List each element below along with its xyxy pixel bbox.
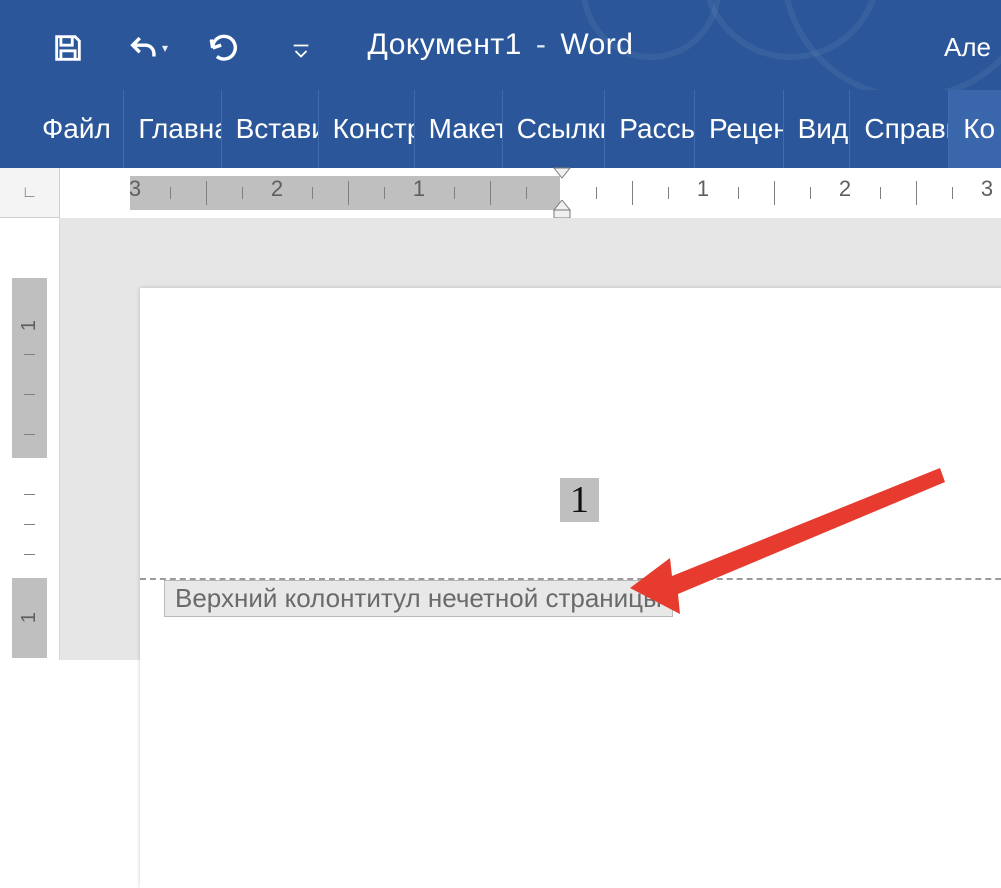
vertical-ruler[interactable]: 1 1 [0,218,60,660]
horizontal-ruler[interactable]: 3 2 1 1 2 3 [60,168,1001,218]
decorative-swirl [581,0,721,60]
save-button[interactable] [48,28,88,68]
tab-stop-icon: ∟ [22,184,38,202]
ruler-tick [24,434,35,435]
header-section-label: Верхний колонтитул нечетной страницы [164,580,673,617]
tab-label: Ссылки [517,113,605,145]
ruler-tick [24,494,35,495]
save-icon [51,31,85,65]
tab-label: Вид [798,113,849,145]
ruler-tick [632,181,633,205]
tab-review[interactable]: Рецен [694,90,783,168]
ruler-number: 1 [697,176,709,202]
document-workspace: 1 1 1 Верхний колонтитул нечетной страни… [0,218,1001,660]
title-bar: ▾ Документ1 - Word Але [0,0,1001,90]
redo-icon [207,31,241,65]
tab-insert[interactable]: Встави [221,90,318,168]
tab-layout[interactable]: Макет [414,90,502,168]
page-number-field[interactable]: 1 [560,478,599,522]
tab-design[interactable]: Констр [318,90,414,168]
ruler-tick [206,181,207,205]
tab-label: Справк [864,113,948,145]
ruler-tick [738,187,739,199]
ruler-number: 2 [839,176,851,202]
ruler-tick [348,181,349,205]
title-separator: - [536,28,547,62]
tab-label: Встави [236,113,318,145]
ruler-row: ∟ 3 2 1 1 2 3 [0,168,1001,218]
tab-label: Ко [963,113,995,145]
ruler-tick [952,187,953,199]
ruler-tick [490,181,491,205]
document-name: Документ1 [368,28,522,62]
tab-references[interactable]: Ссылки [502,90,605,168]
tab-help[interactable]: Справк [849,90,948,168]
ruler-margin-shade [130,176,560,210]
undo-button[interactable] [124,28,164,68]
quick-access-toolbar: ▾ [48,28,244,68]
tab-label: Главна [138,113,220,145]
ruler-number: 1 [18,588,41,647]
ruler-tick [24,554,35,555]
tab-label: Констр [333,113,414,145]
undo-dropdown-caret-icon[interactable]: ▾ [162,41,168,55]
tab-label: Файл [42,113,111,145]
qat-customize-button[interactable] [290,40,312,67]
ruler-tick [170,187,171,199]
tab-label: Макет [429,113,502,145]
chevron-down-bar-icon [290,40,312,62]
ruler-tick [596,187,597,199]
document-canvas[interactable]: 1 Верхний колонтитул нечетной страницы [60,218,1001,660]
ruler-tick [668,187,669,199]
ruler-tick [810,187,811,199]
tab-label: Рецен [709,113,783,145]
ruler-tick [526,187,527,199]
ruler-tick [312,187,313,199]
ruler-tick [916,181,917,205]
ruler-number: 2 [271,176,283,202]
page[interactable]: 1 Верхний колонтитул нечетной страницы [140,288,1001,888]
ruler-tick [774,181,775,205]
account-name[interactable]: Але [944,32,991,63]
redo-button[interactable] [204,28,244,68]
ruler-tick [454,187,455,199]
ruler-tick [24,524,35,525]
ruler-tick [384,187,385,199]
ruler-tick [24,354,35,355]
tab-file[interactable]: Файл [0,90,123,168]
tab-home[interactable]: Главна [123,90,220,168]
ruler-tab-selector[interactable]: ∟ [0,168,60,218]
ruler-tick [24,394,35,395]
tab-mailings[interactable]: Рассы [604,90,694,168]
undo-icon [127,31,161,65]
tab-view[interactable]: Вид [783,90,850,168]
ruler-tick [242,187,243,199]
ruler-number: 3 [129,176,141,202]
ruler-tick [880,187,881,199]
tab-label: Рассы [619,113,694,145]
ruler-number: 3 [981,176,993,202]
tab-header-footer-tools[interactable]: Ко [948,90,1001,168]
ruler-number: 1 [413,176,425,202]
ruler-number: 1 [18,296,41,355]
ribbon-tabs: Файл Главна Встави Констр Макет Ссылки Р… [0,90,1001,168]
